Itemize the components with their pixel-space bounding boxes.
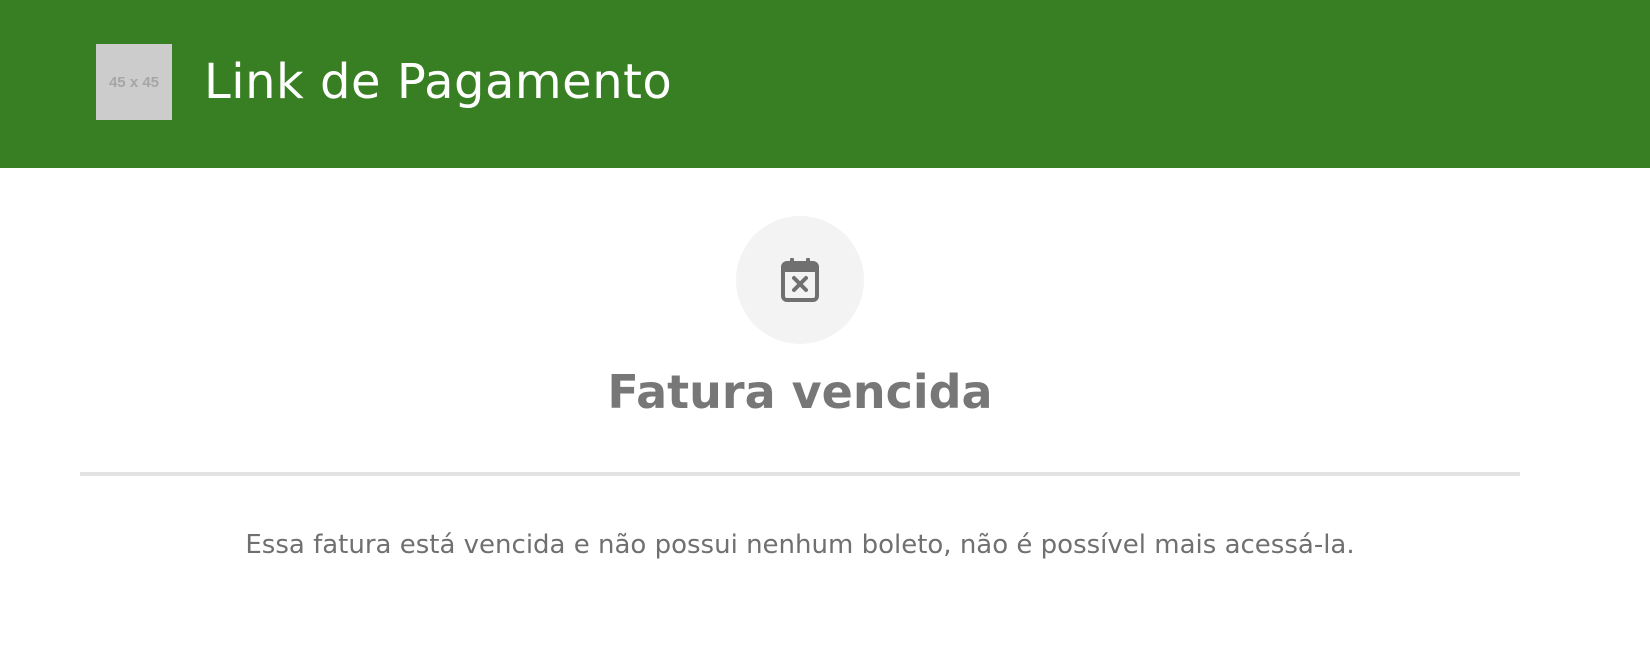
status-message: Essa fatura está vencida e não possui ne…	[245, 530, 1355, 560]
page-title: Link de Pagamento	[204, 54, 673, 110]
page-header: 45 x 45 Link de Pagamento	[0, 0, 1650, 168]
calendar-x-icon	[781, 258, 819, 302]
status-title: Fatura vencida	[607, 365, 993, 419]
logo-placeholder: 45 x 45	[96, 44, 172, 120]
status-icon-circle	[736, 216, 864, 344]
divider	[80, 472, 1520, 476]
